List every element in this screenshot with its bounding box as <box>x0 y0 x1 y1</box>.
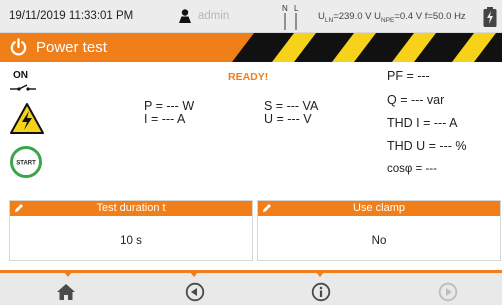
param-card-header: Use clamp <box>258 201 500 216</box>
nav-divider-notch <box>64 272 72 277</box>
status-ready: READY! <box>228 71 269 83</box>
nl-terminal-icon: N L <box>282 4 299 30</box>
voltage: U = --- V <box>264 112 312 126</box>
param-label: Use clamp <box>353 202 405 214</box>
bottom-nav <box>0 270 502 305</box>
title-bar: Power test <box>0 33 502 62</box>
datetime: 19/11/2019 11:33:01 PM <box>9 10 134 22</box>
start-label: START <box>16 161 36 167</box>
nl-label-l: L <box>294 4 299 13</box>
user-icon <box>179 9 191 23</box>
battery-charging-icon <box>483 7 497 27</box>
username: admin <box>198 10 230 22</box>
thd-current: THD I = --- A <box>387 116 458 130</box>
start-button[interactable]: START <box>9 145 43 179</box>
param-label: Test duration t <box>96 202 166 214</box>
power-factor: PF = --- <box>387 69 430 83</box>
measurement-panel: ON START READY! P = --- W I = --- A S = … <box>0 62 502 198</box>
status-bar: 19/11/2019 11:33:01 PM admin N L ULN=239… <box>0 0 502 33</box>
hazard-stripes <box>232 33 502 62</box>
current: I = --- A <box>144 112 186 126</box>
nav-divider-notch <box>190 272 198 277</box>
apparent-power: S = --- VA <box>264 99 319 113</box>
mains-readout: ULN=239.0 V UNPE=0.4 V f=50.0 Hz <box>318 11 466 24</box>
reactive-power: Q = --- var <box>387 93 445 107</box>
back-icon[interactable] <box>185 282 205 302</box>
nav-divider-notch <box>316 272 324 277</box>
thd-voltage: THD U = --- % <box>387 139 467 153</box>
param-value: No <box>371 235 387 247</box>
switch-icon <box>10 84 36 91</box>
power-icon <box>10 38 27 56</box>
active-power: P = --- W <box>144 99 195 113</box>
info-icon[interactable] <box>311 282 331 302</box>
home-icon[interactable] <box>56 282 76 302</box>
nl-label-n: N <box>282 4 288 13</box>
param-card-test-duration[interactable]: Test duration t 10 s <box>9 200 253 261</box>
param-card-header: Test duration t <box>10 201 252 216</box>
param-value: 10 s <box>120 235 142 247</box>
on-indicator-label: ON <box>13 70 28 81</box>
page-title: Power test <box>36 39 107 56</box>
forward-icon <box>438 282 458 302</box>
cos-phi: cosφ = --- <box>387 163 437 175</box>
param-card-use-clamp[interactable]: Use clamp No <box>257 200 501 261</box>
high-voltage-warning-icon <box>10 103 44 134</box>
